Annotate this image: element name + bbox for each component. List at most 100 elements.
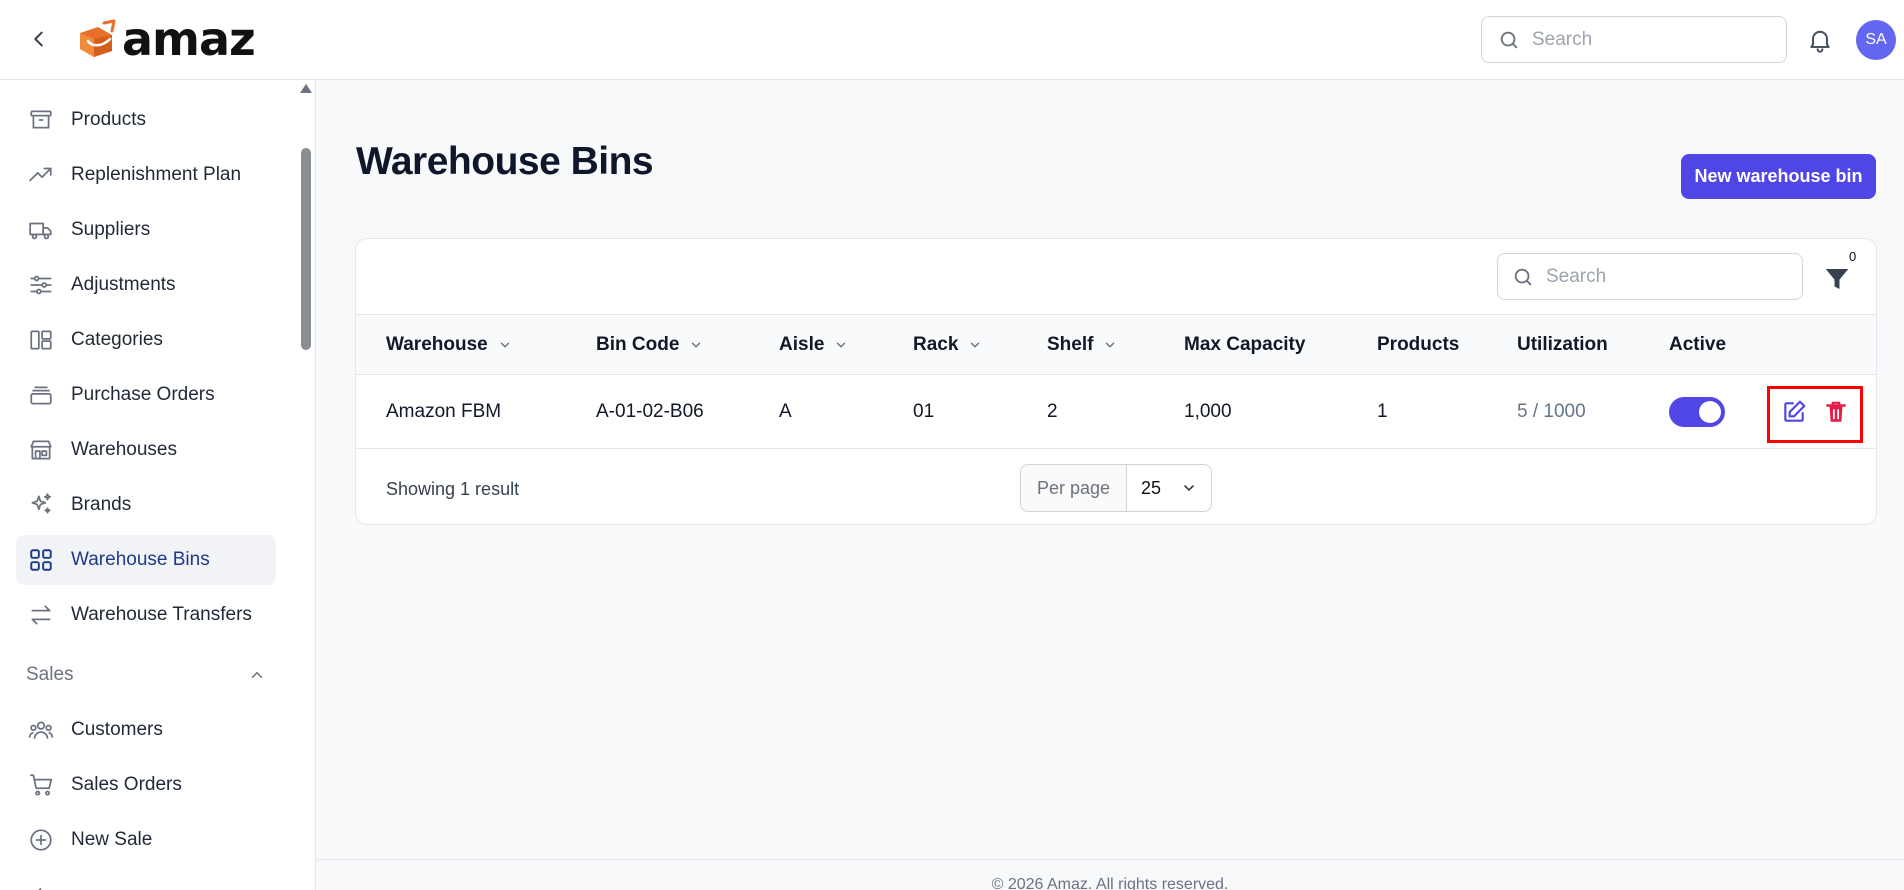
bell-icon[interactable] — [1806, 25, 1834, 55]
table-row[interactable]: Amazon FBM A-01-02-B06 A 01 2 1,000 1 5 … — [356, 375, 1876, 449]
chevron-up-icon — [251, 671, 263, 678]
edit-icon[interactable] — [1781, 399, 1807, 425]
cart-icon — [26, 770, 56, 800]
sidebar-item-label: Suppliers — [71, 219, 151, 240]
table-search[interactable] — [1497, 253, 1803, 300]
per-page-label: Per page — [1021, 465, 1127, 511]
column-header-utilization: Utilization — [1517, 315, 1608, 375]
building-storefront-icon — [26, 435, 56, 465]
column-header-bin-code[interactable]: Bin Code — [596, 315, 703, 375]
per-page-value: 25 — [1141, 477, 1162, 498]
sidebar-item-products[interactable]: Products — [16, 95, 276, 145]
cell-bin-code: A-01-02-B06 — [596, 401, 704, 422]
top-bar: amaz SA — [0, 0, 1904, 80]
footer-divider — [316, 859, 1904, 860]
footer-text: © 2026 Amaz. All rights reserved. — [991, 876, 1229, 890]
new-warehouse-bin-button[interactable]: New warehouse bin — [1681, 154, 1876, 199]
active-toggle[interactable] — [1669, 397, 1725, 427]
sidebar-item-warehouses[interactable]: Warehouses — [16, 425, 276, 475]
categories-icon — [26, 325, 56, 355]
chevron-down-icon — [837, 342, 846, 348]
column-header-warehouse[interactable]: Warehouse — [386, 315, 512, 375]
column-header-shelf[interactable]: Shelf — [1047, 315, 1117, 375]
per-page-dropdown[interactable]: 25 — [1127, 465, 1211, 511]
logo-text: amaz — [122, 12, 256, 66]
chevron-down-icon — [1184, 485, 1194, 492]
column-label: Max Capacity — [1184, 334, 1306, 355]
sidebar-item-partial[interactable] — [16, 870, 276, 890]
sidebar-item-categories[interactable]: Categories — [16, 315, 276, 365]
arrows-exchange-icon — [26, 600, 56, 630]
sidebar-item-purchase-orders[interactable]: Purchase Orders — [16, 370, 276, 420]
table-search-input[interactable] — [1546, 265, 1766, 288]
trash-icon[interactable] — [1823, 398, 1849, 426]
sidebar-item-label: Warehouse Transfers — [71, 604, 252, 625]
sidebar-item-label: Replenishment Plan — [71, 164, 242, 185]
filter-icon[interactable] — [1822, 264, 1852, 294]
sidebar-item-label: Sales Orders — [71, 774, 182, 795]
column-header-active: Active — [1669, 315, 1726, 375]
column-label: Products — [1377, 334, 1460, 355]
sidebar-item-label: New Sale — [71, 829, 153, 850]
filter-count-badge: 0 — [1849, 249, 1857, 264]
sparkles-icon — [26, 490, 56, 520]
chevron-left-icon — [26, 880, 56, 890]
sidebar-item-label: Customers — [71, 719, 163, 740]
global-search-input[interactable] — [1532, 28, 1752, 51]
cell-rack: 01 — [913, 401, 935, 422]
user-avatar[interactable]: SA — [1856, 20, 1896, 60]
sidebar-item-new-sale[interactable]: New Sale — [16, 815, 276, 865]
column-header-rack[interactable]: Rack — [913, 315, 982, 375]
sidebar-item-adjustments[interactable]: Adjustments — [16, 260, 276, 310]
chevron-left-icon — [34, 31, 43, 47]
logo[interactable]: amaz — [74, 12, 256, 66]
archive-box-icon — [26, 105, 56, 135]
avatar-initials: SA — [1865, 31, 1887, 48]
grid-icon — [26, 545, 56, 575]
sidebar-item-label: Purchase Orders — [71, 384, 215, 405]
column-label: Warehouse — [386, 334, 488, 355]
sidebar-section-label: Sales — [26, 664, 74, 685]
scroll-up-arrow-icon[interactable] — [300, 84, 312, 93]
sidebar-item-warehouse-bins[interactable]: Warehouse Bins — [16, 535, 276, 585]
toggle-knob — [1699, 401, 1721, 423]
results-count: Showing 1 result — [386, 479, 520, 499]
sidebar-item-sales-orders[interactable]: Sales Orders — [16, 760, 276, 810]
search-icon — [1500, 31, 1518, 48]
per-page-selector: Per page 25 — [1020, 464, 1212, 512]
chevron-down-icon — [1106, 342, 1115, 348]
sidebar-section-sales[interactable]: Sales — [16, 655, 276, 695]
sidebar-item-label: Warehouses — [71, 439, 177, 460]
users-icon — [26, 715, 56, 745]
column-header-aisle[interactable]: Aisle — [779, 315, 848, 375]
trend-up-icon — [26, 160, 56, 190]
column-label: Active — [1669, 334, 1727, 355]
chevron-down-icon — [692, 342, 701, 348]
chevron-down-icon — [971, 342, 980, 348]
sidebar-item-brands[interactable]: Brands — [16, 480, 276, 530]
table-header: Warehouse Bin Code Aisle Rack Shelf Max … — [356, 314, 1876, 375]
search-icon — [1514, 268, 1532, 285]
page-title: Warehouse Bins — [356, 140, 654, 183]
column-label: Utilization — [1517, 334, 1608, 355]
column-label: Shelf — [1047, 334, 1094, 355]
scrollbar-thumb[interactable] — [301, 148, 311, 350]
back-button[interactable] — [26, 26, 52, 52]
sidebar-scrollbar[interactable] — [298, 80, 314, 890]
table-card: 0 Warehouse Bin Code Aisle Rack Shelf Ma… — [355, 238, 1877, 525]
column-label: Bin Code — [596, 334, 680, 355]
logo-box-icon — [80, 19, 116, 57]
column-header-products: Products — [1377, 315, 1459, 375]
cell-products: 1 — [1377, 401, 1388, 422]
sidebar-item-label: Warehouse Bins — [71, 549, 210, 570]
cell-utilization: 5 / 1000 — [1517, 401, 1586, 422]
column-label: Aisle — [779, 334, 825, 355]
column-label: Rack — [913, 334, 959, 355]
sidebar-item-customers[interactable]: Customers — [16, 705, 276, 755]
cell-warehouse: Amazon FBM — [386, 401, 502, 422]
sidebar-item-label: Products — [71, 109, 146, 130]
global-search[interactable] — [1481, 16, 1787, 63]
sidebar-item-suppliers[interactable]: Suppliers — [16, 205, 276, 255]
sidebar-item-replenishment-plan[interactable]: Replenishment Plan — [16, 150, 276, 200]
sidebar-item-warehouse-transfers[interactable]: Warehouse Transfers — [16, 590, 276, 640]
